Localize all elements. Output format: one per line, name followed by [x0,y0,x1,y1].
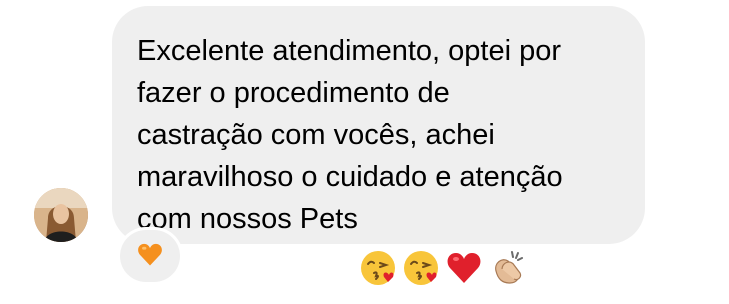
clapping-hands-emoji-icon [488,207,526,284]
message-emojis [359,207,526,285]
kissing-heart-emoji-icon [402,207,440,285]
message-bubble[interactable]: Excelente atendimento, optei por fazer o… [112,6,645,285]
chat-thread: Excelente atendimento, optei por fazer o… [0,0,729,304]
kissing-heart-emoji-icon [359,207,397,285]
red-heart-emoji-icon [445,207,483,283]
message-text: Excelente atendimento, optei por fazer o… [137,30,625,285]
avatar-photo [34,188,88,242]
message-body: Excelente atendimento, optei por fazer o… [137,35,563,235]
reaction-badge[interactable] [120,230,180,282]
orange-heart-emoji-icon [136,241,164,272]
sender-avatar[interactable] [34,188,88,242]
